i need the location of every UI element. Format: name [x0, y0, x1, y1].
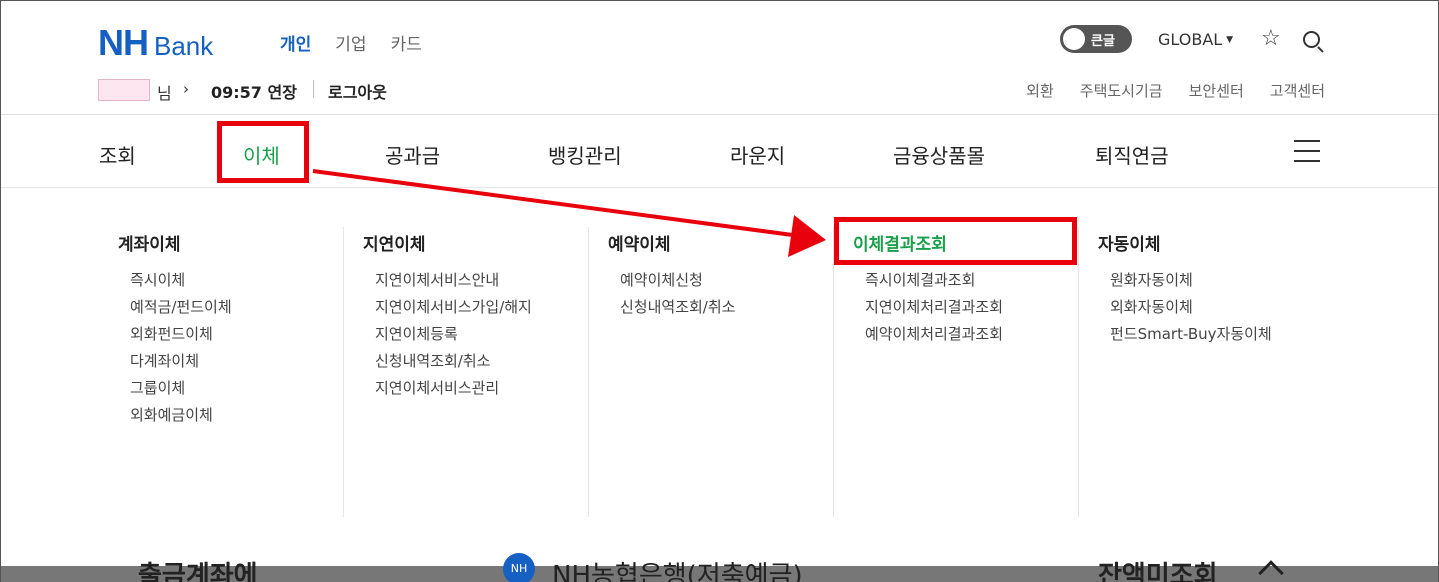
annotation-arrow: [312, 169, 826, 257]
nh-bank-badge-icon: NH: [503, 553, 535, 582]
bg-balance-label: 잔액미조회: [1098, 561, 1218, 582]
bg-withdraw-account-label: 출금계좌에: [138, 561, 258, 582]
bg-account-name: NH농협은행(저축예금): [552, 561, 803, 582]
